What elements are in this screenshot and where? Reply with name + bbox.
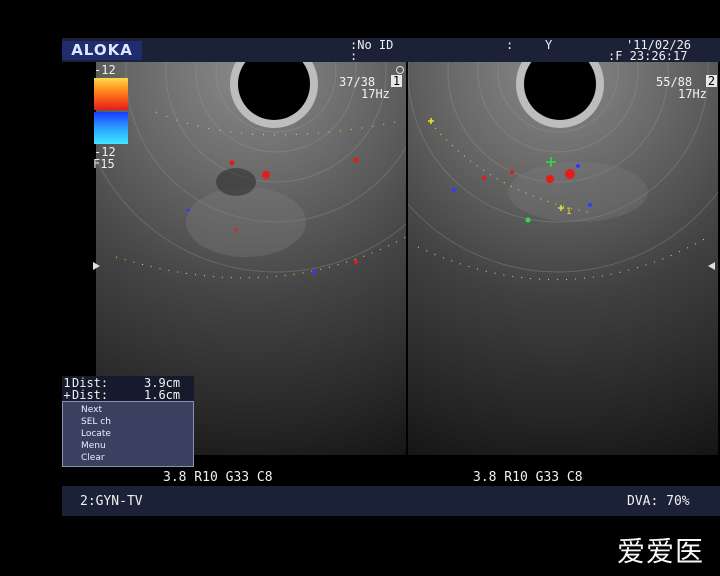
footer-bar <box>62 486 720 516</box>
svg-text:1: 1 <box>566 207 571 217</box>
color-scale-top-value: -12 <box>94 63 116 77</box>
exam-preset[interactable]: 2:GYN-TV <box>80 494 143 509</box>
dva-readout: DVA: 70% <box>627 494 690 509</box>
frame-badge-right: 2 <box>706 74 717 88</box>
watermark: 爱爱医 <box>617 535 705 568</box>
color-filter-label: F15 <box>93 157 115 171</box>
frame-badge-left: 1 <box>391 74 402 88</box>
menu-item-menu[interactable]: Menu <box>81 441 106 451</box>
focus-marker-right-icon <box>708 262 715 270</box>
measurement-value: 1.6cm <box>144 388 181 402</box>
menu-item-clear[interactable]: Clear <box>81 453 105 463</box>
ultrasound-image-right[interactable]: 1 <box>408 62 718 455</box>
menu-item-locate[interactable]: Locate <box>81 429 111 439</box>
measurement-readout: 1 Dist: 3.9cm + Dist: 1.6cm <box>62 376 194 402</box>
caliper-marker-2: + <box>63 388 71 402</box>
measurement-label: Dist: <box>72 388 109 402</box>
header-separator: : <box>506 38 514 52</box>
menu-item-sel-ch[interactable]: SEL ch <box>81 417 111 427</box>
frame-rate-left: 17Hz <box>361 87 390 101</box>
image-params-left: 3.8 R10 G33 C8 <box>163 470 273 485</box>
menu-item-next[interactable]: Next <box>81 405 102 415</box>
color-scale-negative-bar <box>94 112 128 144</box>
brand-logo: ALOKA <box>62 41 142 60</box>
color-scale-positive-bar <box>94 78 128 110</box>
image-params-right: 3.8 R10 G33 C8 <box>473 470 583 485</box>
frame-rate-right: 17Hz <box>678 87 707 101</box>
header-flag: Y <box>545 38 553 52</box>
soft-menu: Next SEL ch Locate Menu Clear <box>62 401 194 467</box>
panel-active-indicator-icon <box>396 66 404 74</box>
focus-marker-left-icon <box>93 262 100 270</box>
